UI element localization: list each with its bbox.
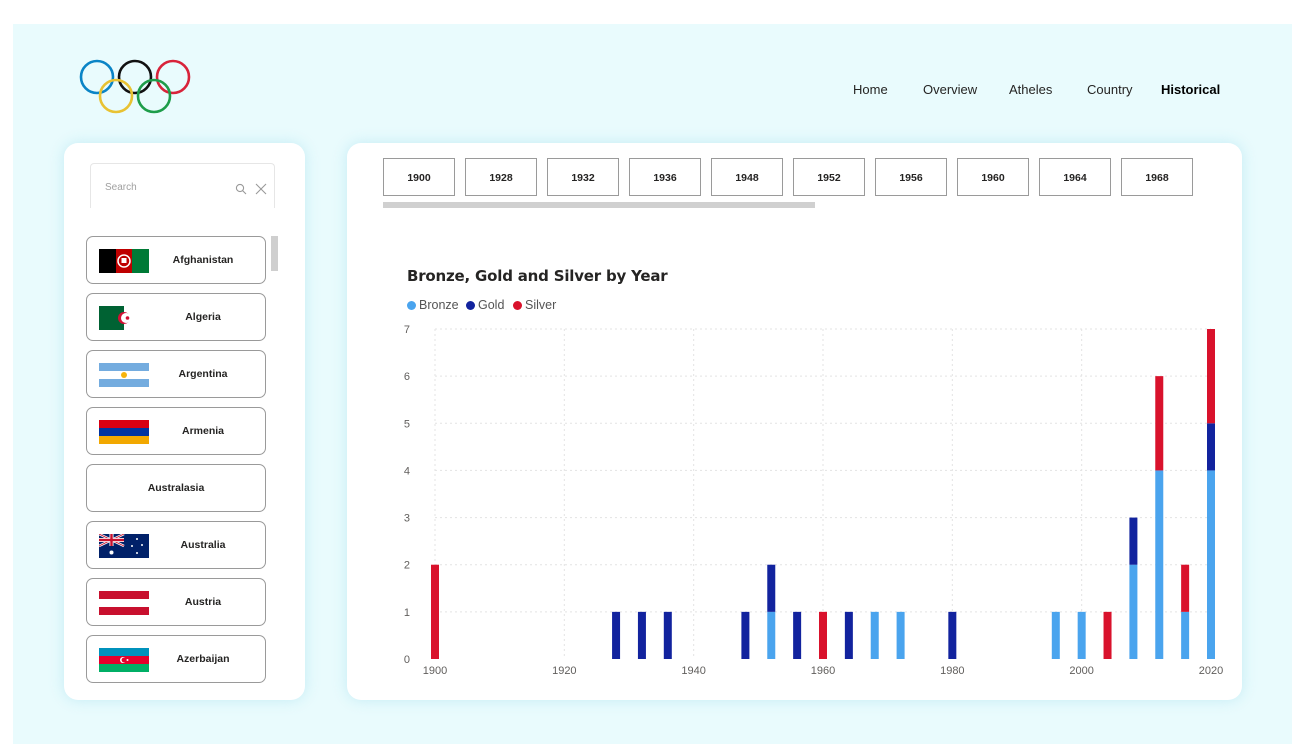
country-list-scrollbar[interactable] xyxy=(271,236,278,271)
bar-bronze-1996[interactable] xyxy=(1051,611,1060,659)
bar-bronze-1972[interactable] xyxy=(896,611,905,659)
country-item-australasia[interactable]: Australasia xyxy=(86,464,266,512)
bar-bronze-1968[interactable] xyxy=(870,611,879,659)
country-item-algeria[interactable]: Algeria xyxy=(86,293,266,341)
nav-atheles[interactable]: Atheles xyxy=(1009,82,1052,97)
bar-bronze-2012[interactable] xyxy=(1155,470,1164,659)
country-label: Austria xyxy=(184,596,222,608)
country-label: Algeria xyxy=(185,311,221,323)
search-box xyxy=(90,163,275,208)
bar-gold-1964[interactable] xyxy=(844,611,853,659)
country-list: Afghanistan Algeria Argentina Armenia Au… xyxy=(86,236,268,686)
bar-silver-2004[interactable] xyxy=(1103,611,1112,659)
country-item-australia[interactable]: Australia xyxy=(86,521,266,569)
bar-gold-1952[interactable] xyxy=(767,564,776,612)
x-tick-label: 1960 xyxy=(811,665,835,677)
y-tick-label: 5 xyxy=(404,418,410,430)
x-tick-label: 1940 xyxy=(681,665,705,677)
clear-search-icon[interactable] xyxy=(255,183,267,195)
y-tick-label: 7 xyxy=(404,324,410,336)
country-item-argentina[interactable]: Argentina xyxy=(86,350,266,398)
country-label: Azerbaijan xyxy=(176,653,230,665)
nav-home[interactable]: Home xyxy=(853,82,888,97)
nav-historical[interactable]: Historical xyxy=(1161,82,1220,97)
country-label: Afghanistan xyxy=(172,254,234,266)
country-item-azerbaijan[interactable]: Azerbaijan xyxy=(86,635,266,683)
historical-chart-panel: 1900 1928 1932 1936 1948 1952 1956 1960 … xyxy=(347,143,1242,700)
bar-gold-1928[interactable] xyxy=(612,611,621,659)
bar-silver-2012[interactable] xyxy=(1155,376,1164,471)
x-tick-label: 2000 xyxy=(1069,665,1093,677)
country-item-afghanistan[interactable]: Afghanistan xyxy=(86,236,266,284)
x-tick-label: 2020 xyxy=(1199,665,1223,677)
country-label: Australasia xyxy=(147,482,205,494)
top-navigation: Home Overview Atheles Country Historical xyxy=(0,82,1303,98)
country-label: Argentina xyxy=(178,368,228,380)
stacked-bar-chart: 0 1 2 3 4 5 6 7 1900 1920 1940 1960 1980 2000 2020 xyxy=(404,324,1223,677)
bar-gold-1956[interactable] xyxy=(793,611,802,659)
search-input[interactable] xyxy=(103,178,225,196)
bar-gold-1980[interactable] xyxy=(948,611,957,659)
bar-silver-2020[interactable] xyxy=(1207,329,1215,424)
y-tick-label: 6 xyxy=(404,371,410,383)
bar-gold-1936[interactable] xyxy=(663,611,672,659)
bar-silver-2016[interactable] xyxy=(1181,564,1190,612)
bar-silver-1960[interactable] xyxy=(819,611,827,659)
bar-silver-1900[interactable] xyxy=(431,564,439,659)
y-tick-label: 2 xyxy=(404,560,410,572)
country-item-armenia[interactable]: Armenia xyxy=(86,407,266,455)
bar-bronze-2016[interactable] xyxy=(1181,611,1190,659)
y-tick-label: 1 xyxy=(404,607,410,619)
x-tick-label: 1920 xyxy=(552,665,576,677)
bar-bronze-1952[interactable] xyxy=(767,611,776,659)
nav-country[interactable]: Country xyxy=(1087,82,1133,97)
nav-overview[interactable]: Overview xyxy=(923,82,977,97)
bar-bronze-2000[interactable] xyxy=(1077,611,1086,659)
bar-gold-1948[interactable] xyxy=(741,611,750,659)
bar-bronze-2020[interactable] xyxy=(1207,470,1215,659)
country-item-austria[interactable]: Austria xyxy=(86,578,266,626)
y-tick-label: 4 xyxy=(404,465,410,477)
country-label: Australia xyxy=(180,539,226,551)
bar-gold-2020[interactable] xyxy=(1207,423,1215,471)
x-tick-label: 1900 xyxy=(423,665,447,677)
bar-bronze-2008[interactable] xyxy=(1129,564,1138,659)
y-tick-label: 0 xyxy=(404,654,410,666)
y-tick-label: 3 xyxy=(404,513,410,525)
country-label: Armenia xyxy=(181,425,224,437)
country-slicer-panel: Afghanistan Algeria Argentina xyxy=(64,143,305,700)
x-tick-label: 1980 xyxy=(940,665,964,677)
search-icon[interactable] xyxy=(235,183,247,195)
bar-gold-1932[interactable] xyxy=(637,611,646,659)
bar-gold-2008[interactable] xyxy=(1129,517,1138,565)
